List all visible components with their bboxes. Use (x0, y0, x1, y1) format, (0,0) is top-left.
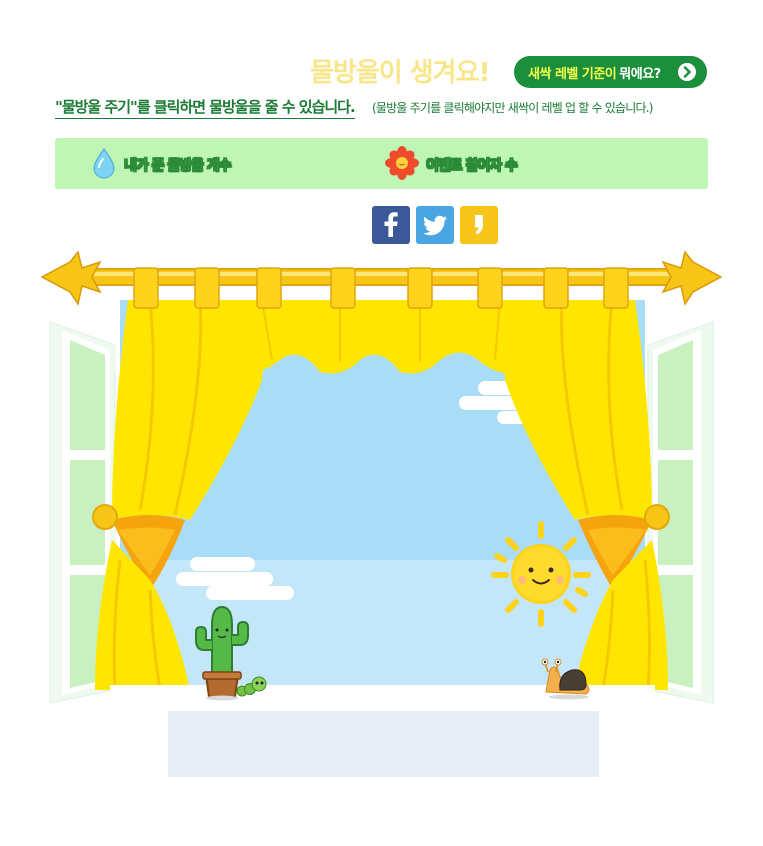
twitter-icon (423, 215, 447, 236)
flower-icon (385, 146, 419, 184)
drops-count-label: 내가 준 물방울 개수 (124, 158, 232, 175)
page-title: 물방울이 생겨요! (310, 58, 490, 88)
stats-bar: 내가 준 물방울 개수 이벤트 참여자 수 (55, 138, 708, 189)
level-criteria-button[interactable]: 새싹 레벨 기준이 뭐에요? (514, 56, 707, 88)
level-criteria-highlight: 새싹 레벨 기준이 (528, 66, 617, 82)
participants-count-label: 이벤트 참여자 수 (426, 158, 518, 175)
facebook-share-button[interactable] (372, 206, 410, 244)
facebook-icon (384, 212, 398, 237)
right-tieback-knob (644, 504, 670, 530)
sprout-content-area (168, 711, 599, 777)
left-tieback-knob (92, 504, 118, 530)
curtain-rod (40, 250, 723, 309)
kakao-share-button[interactable] (460, 206, 498, 244)
level-criteria-rest: 뭐에요? (619, 66, 661, 82)
kakao-story-icon (475, 215, 483, 235)
sun-icon (491, 521, 591, 627)
window-scene (40, 250, 723, 704)
instruction-note: (물방울 주기를 클릭해야지만 새싹이 레벨 업 할 수 있습니다.) (372, 101, 653, 115)
instruction-text: "물방울 주기"를 클릭하면 물방울을 줄 수 있습니다. (55, 96, 356, 119)
twitter-share-button[interactable] (416, 206, 454, 244)
chevron-right-icon (678, 63, 696, 81)
water-drop-icon (91, 147, 117, 183)
